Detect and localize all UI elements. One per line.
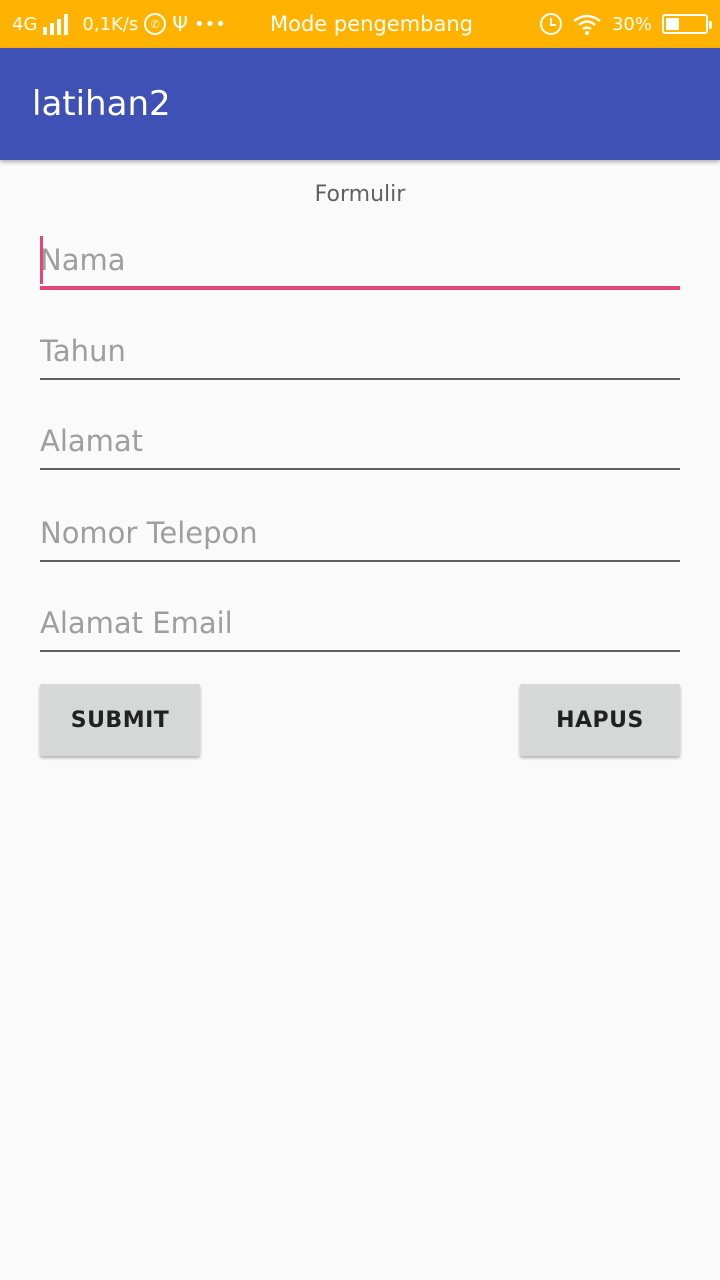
battery-percent: 30% bbox=[611, 13, 652, 35]
form-heading: Formulir bbox=[314, 182, 406, 207]
status-bar: 4G 0,1K/s ✆ Ψ ••• Mode pengembang 30% ⚡ bbox=[0, 0, 720, 48]
whatsapp-icon: ✆ bbox=[144, 13, 167, 35]
telepon-field[interactable] bbox=[40, 506, 680, 562]
submit-button[interactable]: SUBMIT bbox=[40, 684, 200, 756]
hapus-button[interactable]: HAPUS bbox=[520, 684, 680, 756]
tahun-field[interactable] bbox=[40, 324, 680, 380]
status-left: 4G 0,1K/s ✆ Ψ ••• bbox=[12, 0, 226, 48]
nama-input[interactable] bbox=[40, 234, 680, 286]
network-speed: 0,1K/s bbox=[82, 13, 139, 35]
more-dots: ••• bbox=[194, 13, 226, 35]
network-type: 4G bbox=[12, 13, 38, 35]
email-field[interactable] bbox=[40, 596, 680, 652]
alamat-input[interactable] bbox=[40, 414, 680, 468]
app-bar: latihan2 bbox=[0, 48, 720, 160]
battery-icon: ⚡ bbox=[662, 14, 712, 34]
developer-mode-notification: Mode pengembang bbox=[270, 12, 473, 36]
battery-fill bbox=[666, 18, 679, 30]
text-caret bbox=[40, 236, 43, 284]
alamat-field[interactable] bbox=[40, 414, 680, 470]
app-title: latihan2 bbox=[32, 84, 171, 124]
wifi-icon bbox=[573, 14, 601, 35]
charging-icon: ⚡ bbox=[680, 16, 690, 32]
alarm-icon bbox=[539, 13, 562, 35]
nama-field[interactable] bbox=[40, 234, 680, 290]
status-right: 30% ⚡ bbox=[539, 0, 712, 48]
usb-icon: Ψ bbox=[172, 12, 189, 36]
telepon-input[interactable] bbox=[40, 506, 680, 560]
signal-icon bbox=[43, 13, 69, 35]
tahun-input[interactable] bbox=[40, 324, 680, 378]
email-input[interactable] bbox=[40, 596, 680, 650]
